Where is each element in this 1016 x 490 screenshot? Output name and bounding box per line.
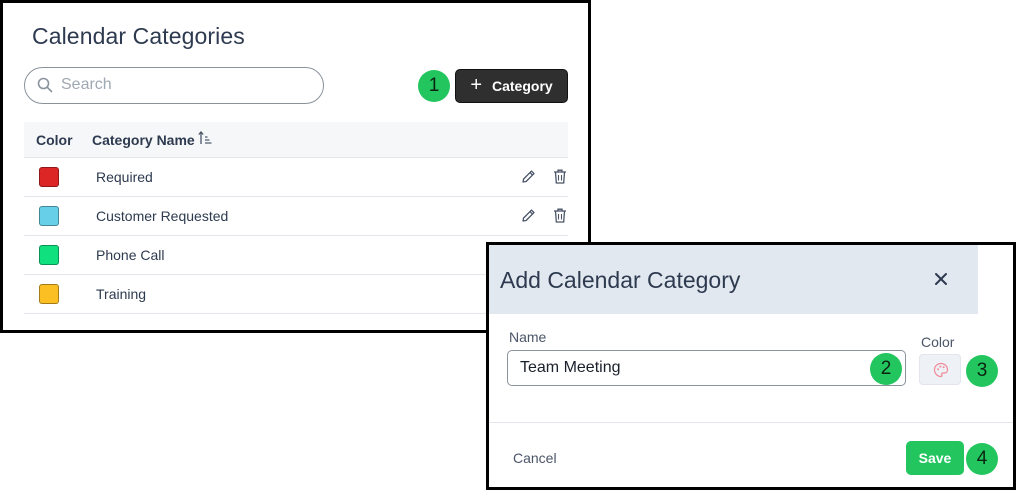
add-category-button[interactable]: + Category (455, 69, 568, 103)
search-box[interactable] (24, 67, 324, 104)
color-label: Color (921, 334, 955, 350)
add-category-label: Category (492, 78, 553, 94)
palette-icon (933, 362, 949, 378)
column-header-color: Color (36, 132, 73, 148)
category-name: Phone Call (96, 247, 165, 263)
category-name: Required (96, 169, 153, 185)
dialog-title: Add Calendar Category (500, 267, 741, 293)
step-badge-2: 2 (870, 353, 902, 385)
color-picker-button[interactable] (919, 354, 961, 385)
search-icon (37, 77, 53, 93)
table-header: Color Category Name (24, 122, 568, 158)
page-title: Calendar Categories (32, 23, 245, 49)
column-header-category-name-label: Category Name (92, 132, 195, 148)
add-category-dialog: Add Calendar Category Name Color 2 3 Can… (486, 242, 1016, 490)
step-badge-1: 1 (418, 70, 450, 102)
close-icon[interactable] (934, 272, 948, 286)
trash-icon[interactable] (552, 207, 568, 224)
plus-icon: + (470, 74, 482, 96)
table-row[interactable]: Required (24, 158, 568, 197)
dialog-header: Add Calendar Category (489, 245, 978, 314)
edit-icon[interactable] (520, 207, 537, 224)
edit-icon[interactable] (520, 168, 537, 185)
color-swatch (39, 167, 59, 187)
sort-ascending-icon (198, 131, 212, 144)
step-badge-4: 4 (966, 443, 998, 475)
trash-icon[interactable] (552, 168, 568, 185)
search-input[interactable] (61, 68, 316, 102)
color-swatch (39, 245, 59, 265)
step-badge-3: 3 (966, 355, 998, 387)
column-header-category-name[interactable]: Category Name (92, 131, 212, 148)
cancel-button[interactable]: Cancel (513, 450, 557, 466)
category-name: Customer Requested (96, 208, 229, 224)
save-button[interactable]: Save (906, 441, 964, 475)
color-swatch (39, 206, 59, 226)
dialog-divider (489, 422, 1013, 423)
name-label: Name (509, 329, 547, 345)
name-input[interactable] (507, 350, 906, 386)
table-row[interactable]: Customer Requested (24, 197, 568, 236)
color-swatch (39, 284, 59, 304)
category-name: Training (96, 286, 147, 302)
